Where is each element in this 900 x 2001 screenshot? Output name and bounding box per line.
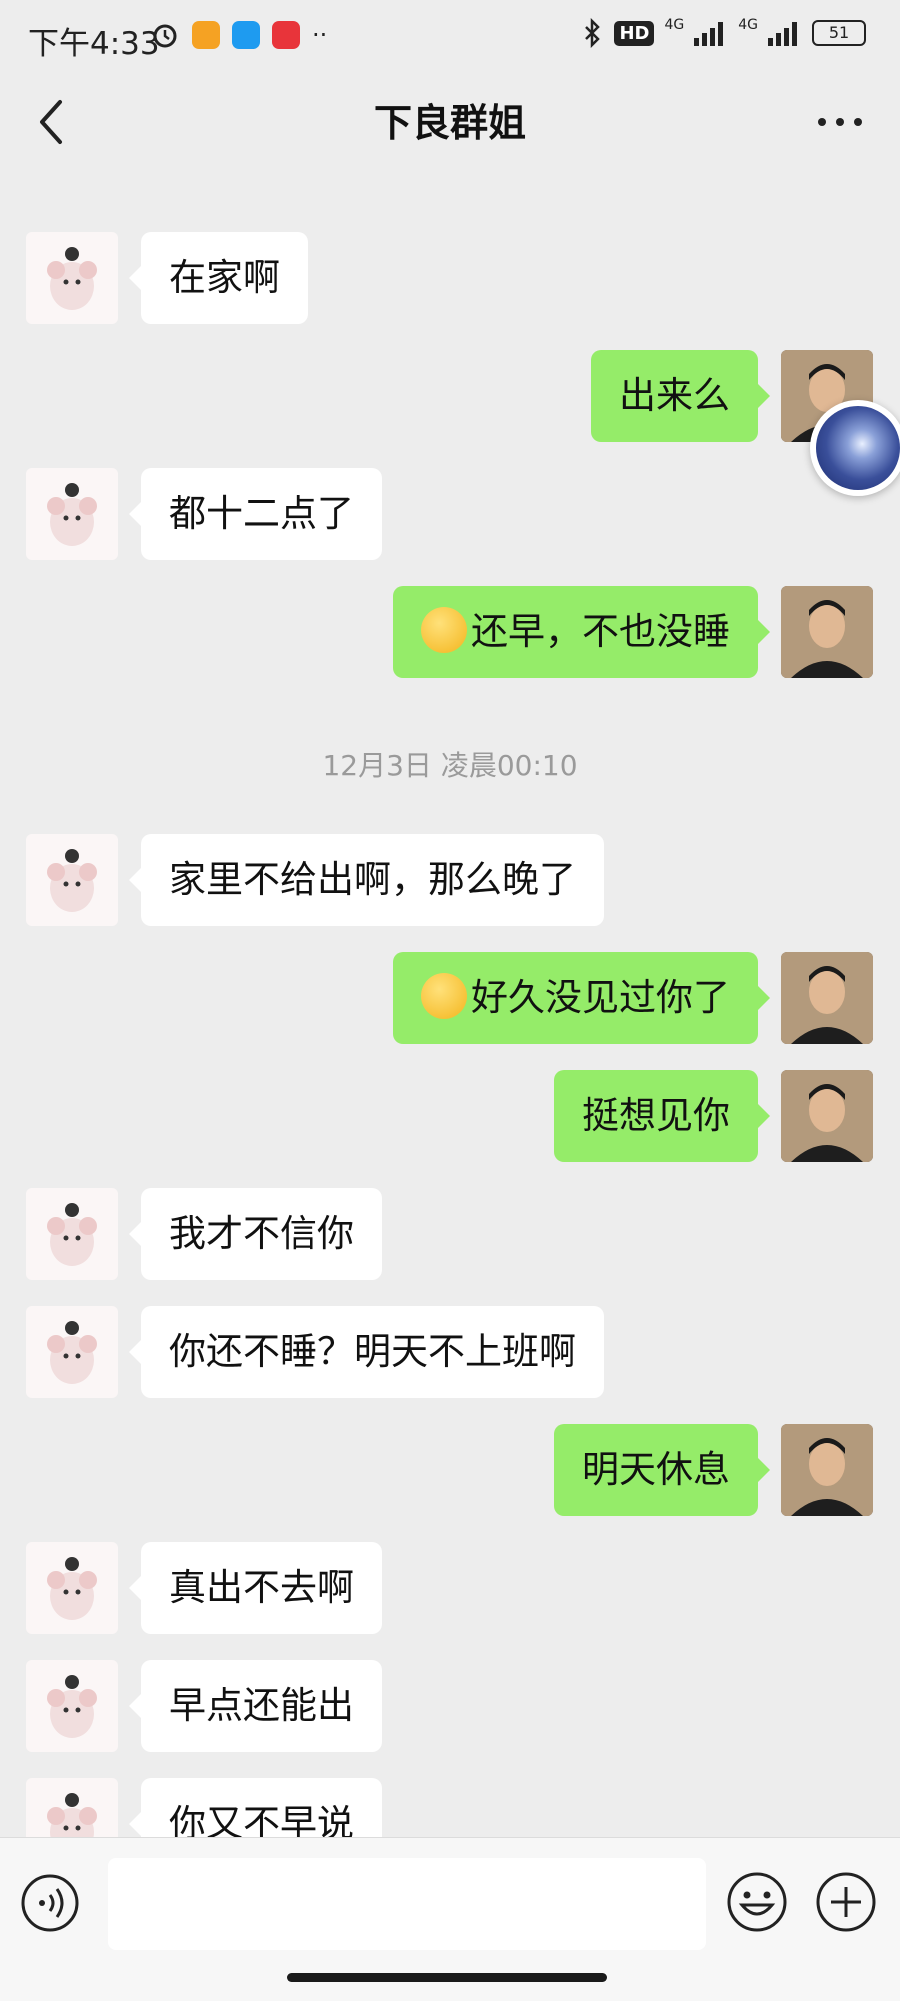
message-bubble-incoming[interactable]: 家里不给出啊，那么晚了 [129, 834, 604, 926]
mouse-avatar-icon [47, 1203, 97, 1266]
message-row: 你还不睡？明天不上班啊 [0, 1306, 900, 1398]
mouse-avatar-icon [47, 1793, 97, 1837]
message-text: 好久没见过你了 [471, 976, 730, 1019]
self-avatar[interactable] [781, 952, 873, 1044]
status-right: HD 4G 4G 51 [582, 17, 866, 48]
message-row: 你又不早说 [0, 1778, 900, 1837]
floating-bubble-image [816, 406, 900, 490]
timestamp-divider: 12月3日 凌晨00:10 [322, 749, 578, 782]
message-bubble-outgoing[interactable]: 还早，不也没睡 [393, 586, 770, 678]
mouse-avatar-icon [47, 1557, 97, 1620]
message-input[interactable] [108, 1858, 706, 1950]
user-photo-avatar-icon [781, 1070, 873, 1162]
user-photo-avatar-icon [781, 1424, 873, 1516]
message-bubble-incoming[interactable]: 我才不信你 [129, 1188, 382, 1280]
signal-icon-2 [768, 22, 797, 46]
message-row: 在家啊 [0, 232, 900, 324]
contact-avatar[interactable] [26, 1778, 118, 1837]
more-functions-button[interactable] [815, 1871, 877, 1933]
contact-avatar[interactable] [26, 1660, 118, 1752]
message-row: 好久没见过你了 [0, 952, 900, 1044]
status-bar: 下午4:33 ·· HD 4G 4G 51 [0, 0, 900, 72]
contact-avatar[interactable] [26, 232, 118, 324]
floating-window-bubble[interactable] [810, 400, 900, 496]
bluetooth-icon [585, 18, 601, 48]
chat-header: 下良群姐 [0, 72, 900, 172]
smile-emoji-icon [421, 972, 467, 1019]
message-bubble-incoming[interactable]: 你又不早说 [129, 1778, 382, 1837]
user-photo-avatar-icon [781, 952, 873, 1044]
network-label-2: 4G [738, 17, 758, 33]
smiley-icon [727, 1872, 787, 1932]
message-row: 明天休息 [0, 1424, 900, 1516]
message-bubble-outgoing[interactable]: 好久没见过你了 [393, 952, 770, 1044]
message-row: 出来么 [0, 350, 900, 442]
message-bubble-outgoing[interactable]: 明天休息 [554, 1424, 770, 1516]
message-text: 还早，不也没睡 [471, 610, 730, 653]
message-row: 挺想见你 [0, 1070, 900, 1162]
home-indicator[interactable] [287, 1973, 607, 1982]
alarm-icon [153, 24, 177, 48]
ellipsis-icon [818, 118, 862, 126]
app-icon-red [272, 21, 300, 49]
app-icon-blue [232, 21, 260, 49]
network-label-1: 4G [664, 17, 685, 33]
contact-avatar[interactable] [26, 1306, 118, 1398]
message-bubble-incoming[interactable]: 你还不睡？明天不上班啊 [129, 1306, 604, 1398]
mouse-avatar-icon [47, 247, 97, 310]
signal-icon [694, 22, 724, 46]
hd-badge: HD [614, 20, 655, 46]
chat-title: 下良群姐 [373, 101, 526, 145]
message-row: 还早，不也没睡 [0, 586, 900, 678]
mouse-avatar-icon [47, 1675, 97, 1738]
message-row: 早点还能出 [0, 1660, 900, 1752]
message-bubble-incoming[interactable]: 真出不去啊 [129, 1542, 382, 1634]
message-bubble-incoming[interactable]: 早点还能出 [129, 1660, 382, 1752]
message-bubble-incoming[interactable]: 在家啊 [129, 232, 308, 324]
status-time: 下午4:33 [28, 26, 160, 62]
app-icon-orange [192, 21, 220, 49]
mouse-avatar-icon [47, 849, 97, 912]
more-notifications-icon: ·· [312, 21, 328, 49]
voice-button[interactable] [20, 1873, 80, 1933]
message-row: 我才不信你 [0, 1188, 900, 1280]
emoji-button[interactable] [726, 1871, 788, 1933]
contact-avatar[interactable] [26, 834, 118, 926]
message-bubble-incoming[interactable]: 都十二点了 [129, 468, 382, 560]
message-row: 都十二点了 [0, 468, 900, 560]
message-row: 家里不给出啊，那么晚了 [0, 834, 900, 926]
message-row: 真出不去啊 [0, 1542, 900, 1634]
message-list[interactable]: 在家啊 出来么 都十二点了 还早，不也没睡 12月3日 凌晨00:10 家里不给… [0, 172, 900, 1837]
self-avatar[interactable] [781, 1070, 873, 1162]
contact-avatar[interactable] [26, 468, 118, 560]
voice-icon [21, 1874, 79, 1932]
self-avatar[interactable] [781, 1424, 873, 1516]
battery-indicator: 51 [812, 20, 866, 46]
mouse-avatar-icon [47, 1321, 97, 1384]
message-bubble-outgoing[interactable]: 挺想见你 [554, 1070, 770, 1162]
plus-circle-icon [816, 1872, 876, 1932]
contact-avatar[interactable] [26, 1188, 118, 1280]
smile-emoji-icon [421, 606, 467, 653]
self-avatar[interactable] [781, 586, 873, 678]
user-photo-avatar-icon [781, 586, 873, 678]
status-app-icons: ·· [150, 20, 327, 50]
message-bubble-outgoing[interactable]: 出来么 [591, 350, 770, 442]
mouse-avatar-icon [47, 483, 97, 546]
more-options-button[interactable] [810, 94, 870, 150]
contact-avatar[interactable] [26, 1542, 118, 1634]
